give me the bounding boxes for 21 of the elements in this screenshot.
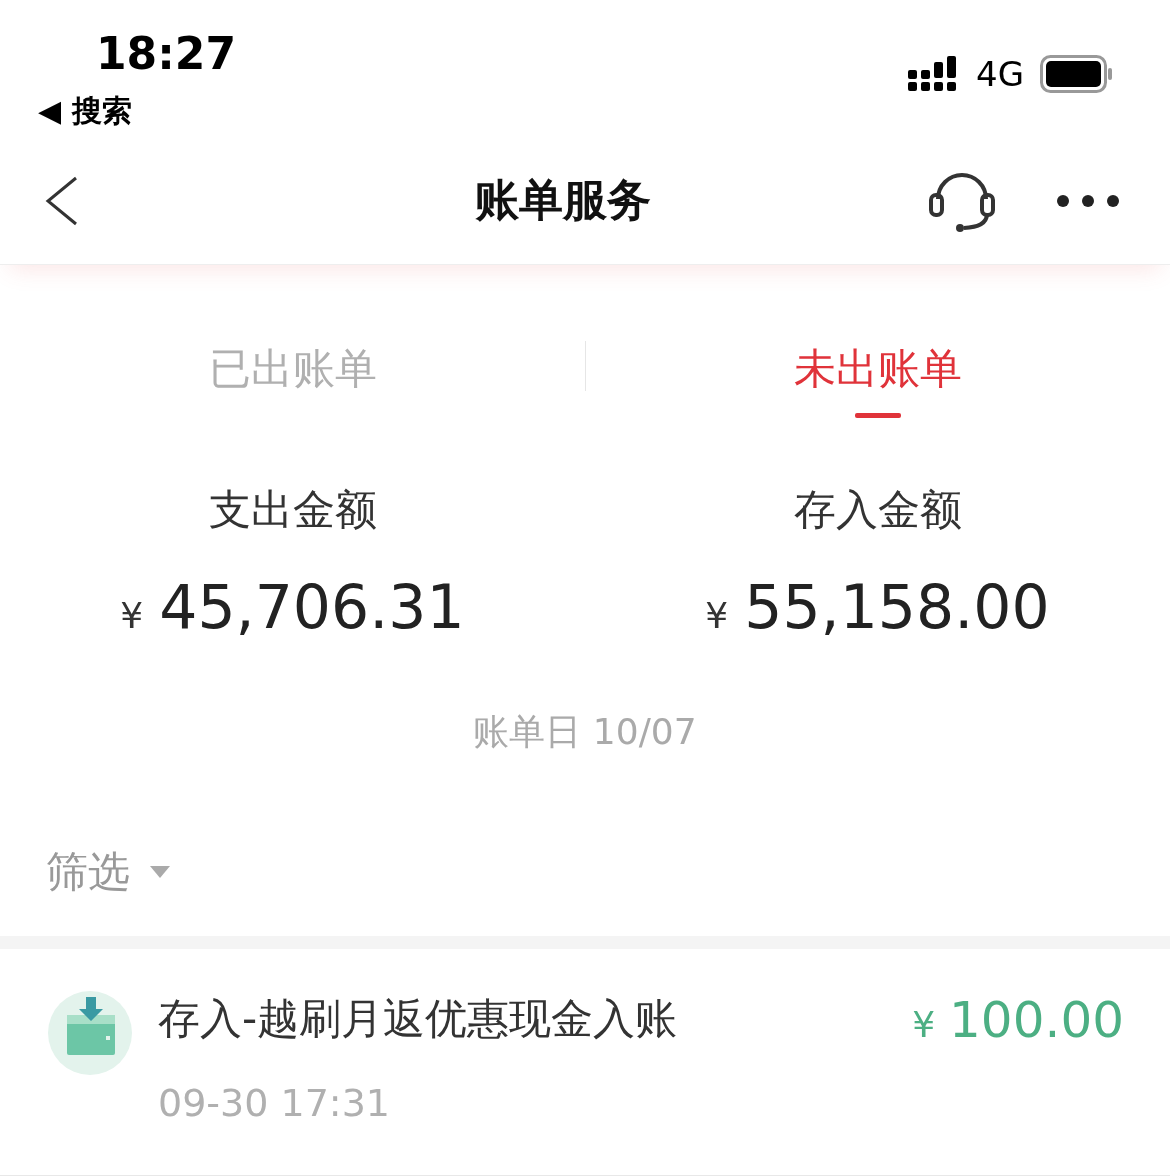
currency-sign: ¥: [120, 595, 144, 637]
page-title: 账单服务: [475, 173, 651, 228]
caret-icon: [150, 866, 170, 879]
transaction-amount: ¥ 100.00: [912, 991, 1124, 1052]
transaction-time: 09-30 17:31: [158, 1081, 391, 1126]
bill-date: 账单日 10/07: [473, 710, 697, 755]
network-type: 4G: [976, 54, 1024, 94]
status-time: 18:27: [96, 28, 237, 79]
battery-icon: [1040, 55, 1112, 93]
back-icon[interactable]: [44, 175, 78, 226]
amount-label: 支出金额: [208, 484, 377, 537]
amount-value: 55,158.00: [744, 572, 1050, 643]
more-icon[interactable]: [1056, 193, 1120, 208]
bill-tab[interactable]: 未出账单: [585, 341, 1170, 419]
amount-value: 45,706.31: [159, 572, 465, 643]
currency-sign: ¥: [705, 595, 729, 637]
back-to-app-link[interactable]: ◀ 搜索: [38, 91, 237, 132]
transaction-title: 存入-越刷月返优惠现金入账: [158, 993, 679, 1046]
deposit-icon: [48, 991, 132, 1076]
amount-label: 存入金额: [793, 484, 962, 537]
filter-dropdown[interactable]: 筛选: [46, 843, 1170, 902]
